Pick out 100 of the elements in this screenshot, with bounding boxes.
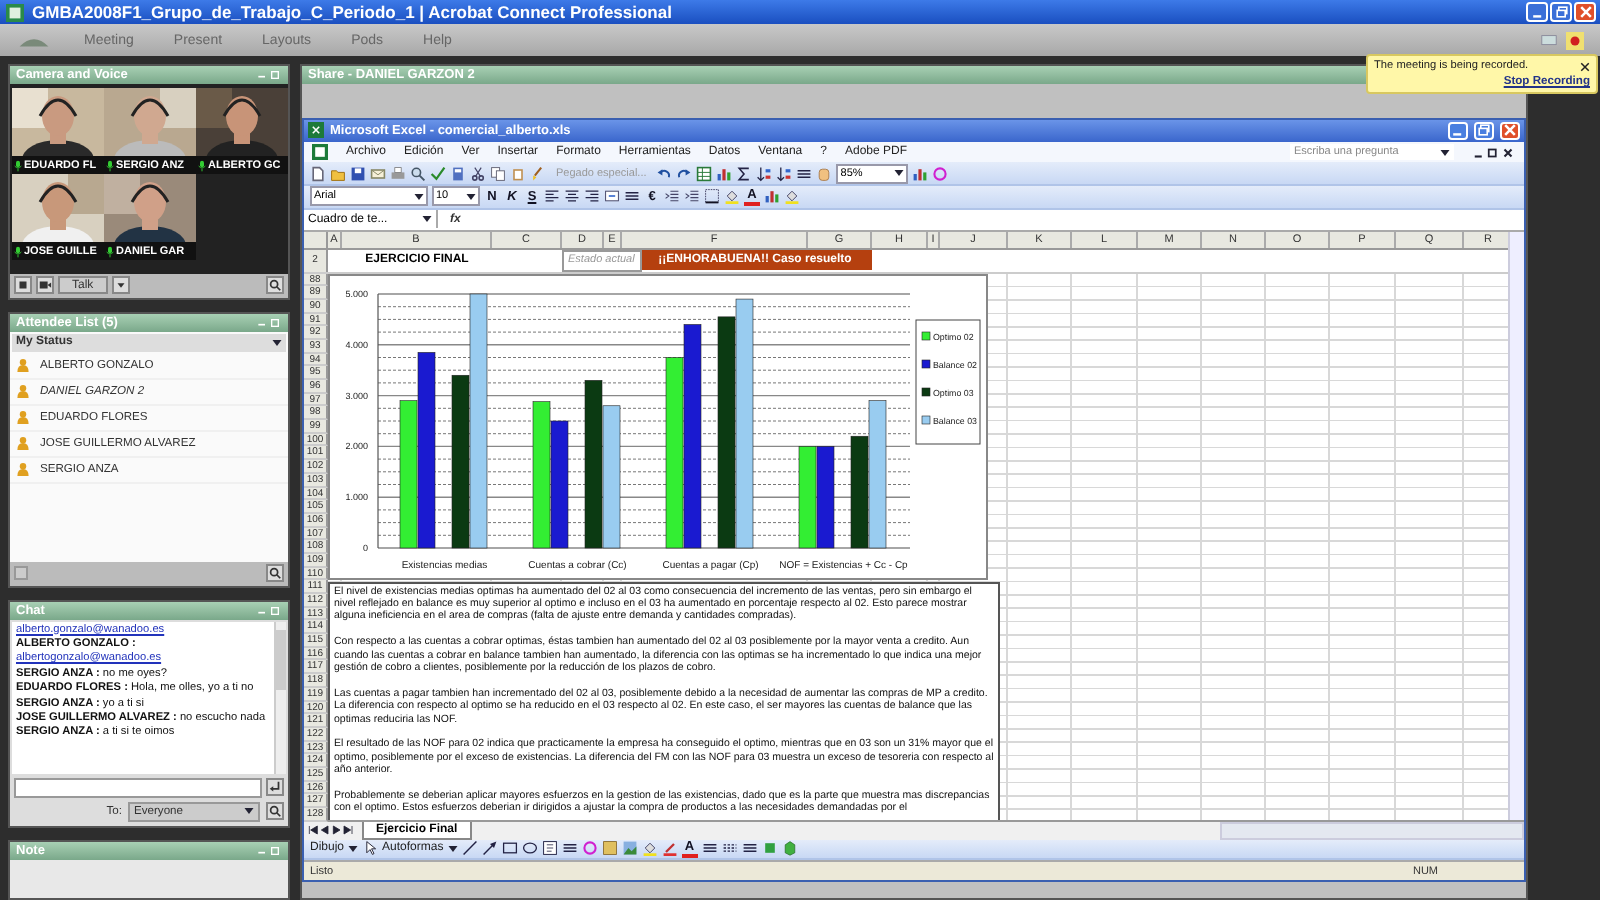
restore-button[interactable] xyxy=(1550,2,1572,22)
image-icon[interactable] xyxy=(621,840,638,857)
restore-button[interactable] xyxy=(1474,121,1494,140)
caret-icon[interactable] xyxy=(422,216,432,223)
bar xyxy=(550,419,569,548)
microphone-icon xyxy=(106,245,114,257)
options-button[interactable] xyxy=(111,276,130,295)
borders-icon[interactable] xyxy=(704,188,720,205)
caret-icon[interactable] xyxy=(348,845,359,852)
minimize-button[interactable] xyxy=(1448,121,1468,140)
search-icon xyxy=(268,804,282,819)
sort-icon[interactable] xyxy=(756,165,773,182)
minimize-button[interactable] xyxy=(1526,2,1548,22)
bar xyxy=(816,445,835,548)
person-icon xyxy=(16,410,30,425)
chart-icon[interactable] xyxy=(716,165,733,182)
scrollbar[interactable] xyxy=(1508,231,1524,820)
scissors-icon[interactable] xyxy=(470,165,486,182)
app-icon xyxy=(6,3,24,21)
indent-icon[interactable] xyxy=(664,188,680,205)
person-icon xyxy=(16,436,30,451)
window-controls-icon[interactable] xyxy=(1472,145,1516,160)
caret-icon[interactable] xyxy=(894,170,905,177)
printer-icon[interactable] xyxy=(390,165,406,182)
line-icon[interactable] xyxy=(461,840,478,857)
person-icon xyxy=(16,358,30,373)
close-button[interactable] xyxy=(1500,121,1520,140)
chat-input-field[interactable] xyxy=(14,777,262,798)
spreadsheet-icon[interactable] xyxy=(312,144,328,161)
picture-frame-icon[interactable] xyxy=(601,840,618,857)
tool-icon[interactable] xyxy=(741,840,758,857)
tool-icon[interactable] xyxy=(624,188,640,205)
tool-icon[interactable] xyxy=(701,840,718,857)
close-icon xyxy=(1577,4,1593,20)
fill-icon[interactable] xyxy=(724,188,740,205)
sigma-icon[interactable] xyxy=(736,165,753,182)
window-title: GMBA2008F1_Grupo_de_Trabajo_C_Periodo_1 | Acrobat Connect Professional xyxy=(32,2,672,22)
sort-icon[interactable] xyxy=(776,165,793,182)
copy-icon[interactable] xyxy=(490,165,506,182)
camera-button[interactable] xyxy=(36,276,54,295)
pod-options-button[interactable] xyxy=(266,564,284,583)
caret-icon[interactable] xyxy=(244,808,254,815)
search-icon xyxy=(268,566,282,581)
merge-icon[interactable] xyxy=(604,188,620,205)
send-button[interactable] xyxy=(266,777,284,796)
restore-icon xyxy=(1553,4,1569,20)
ellipse-icon[interactable] xyxy=(521,840,538,857)
caret-icon[interactable] xyxy=(466,193,476,200)
sheet-navigation-icon[interactable] xyxy=(308,824,356,837)
record-icon[interactable] xyxy=(1566,31,1584,49)
redo-icon[interactable] xyxy=(676,165,693,182)
caret-icon[interactable] xyxy=(414,193,424,200)
undo-icon[interactable] xyxy=(656,165,673,182)
pen-icon[interactable] xyxy=(661,840,678,857)
microphone-icon xyxy=(106,159,114,171)
fill-icon[interactable] xyxy=(641,840,658,857)
bar xyxy=(602,404,621,548)
scrollbar[interactable] xyxy=(1220,821,1524,840)
textbox-icon[interactable] xyxy=(541,840,558,857)
cursor-icon[interactable] xyxy=(362,840,379,857)
indent-icon[interactable] xyxy=(684,188,700,205)
align-left-icon[interactable] xyxy=(544,188,560,205)
tool-icon[interactable] xyxy=(796,165,813,182)
close-icon xyxy=(1502,122,1518,139)
table-icon[interactable] xyxy=(696,165,713,182)
envelope-icon[interactable] xyxy=(370,165,386,182)
tool-icon[interactable] xyxy=(561,840,578,857)
check-icon[interactable] xyxy=(430,165,446,182)
circle-icon[interactable] xyxy=(932,165,949,182)
chart-icon[interactable] xyxy=(764,188,780,205)
rectangle-icon[interactable] xyxy=(501,840,518,857)
pod-options-button[interactable] xyxy=(266,802,284,821)
stop-button[interactable] xyxy=(14,276,32,295)
close-icon[interactable] xyxy=(1580,61,1590,71)
caret-icon[interactable] xyxy=(447,845,458,852)
pod-options-button[interactable] xyxy=(266,276,284,295)
chart-icon[interactable] xyxy=(912,165,929,182)
person-icon xyxy=(16,462,30,477)
scrollbar[interactable] xyxy=(274,621,286,774)
caret-icon xyxy=(113,278,128,293)
search-icon xyxy=(268,278,282,293)
search-icon[interactable] xyxy=(410,165,426,182)
arrow-icon[interactable] xyxy=(481,840,498,857)
folder-icon[interactable] xyxy=(330,165,346,182)
person-icon xyxy=(16,384,30,399)
caret-icon[interactable] xyxy=(272,339,282,346)
bar xyxy=(798,445,817,548)
microphone-icon xyxy=(14,245,22,257)
dash-icon[interactable] xyxy=(721,840,738,857)
close-button[interactable] xyxy=(1574,2,1596,22)
caret-icon[interactable] xyxy=(1440,149,1450,156)
microphone-icon xyxy=(14,159,22,171)
circle-icon[interactable] xyxy=(581,840,598,857)
enter-icon xyxy=(268,779,282,794)
page-icon[interactable] xyxy=(310,165,326,182)
align-center-icon[interactable] xyxy=(564,188,580,205)
spreadsheet-icon xyxy=(308,122,324,139)
brush-icon[interactable] xyxy=(530,165,546,182)
align-right-icon[interactable] xyxy=(584,188,600,205)
fill-icon[interactable] xyxy=(784,188,800,205)
